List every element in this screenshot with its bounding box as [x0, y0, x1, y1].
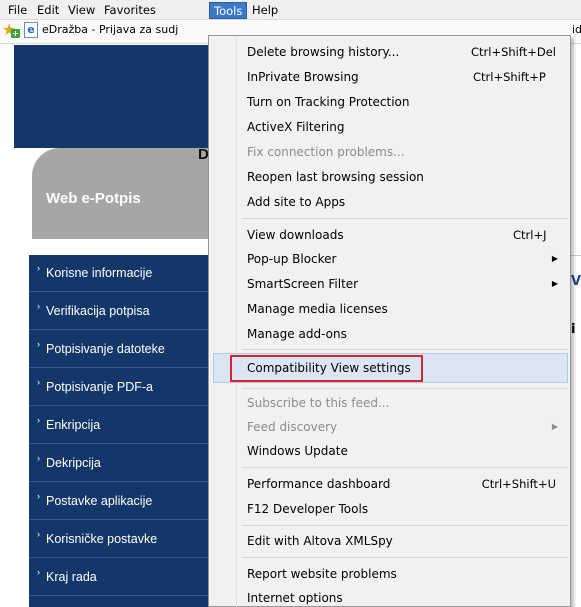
menu-separator [242, 525, 568, 526]
shortcut-inprivate-browsing: Ctrl+Shift+P [473, 70, 546, 84]
nav-item-label: Verifikacija potpisa [46, 304, 150, 318]
menu-help[interactable]: Help [248, 2, 282, 19]
menu-item-view-downloads[interactable]: View downloads [247, 225, 344, 245]
nav-item-label: Potpisivanje datoteke [46, 342, 165, 356]
submenu-arrow-icon: ▶ [551, 422, 558, 431]
content-clipped-text: V [571, 274, 581, 289]
nav-item-enkripcija[interactable]: › Enkripcija [29, 407, 213, 444]
menu-view[interactable]: View [64, 2, 99, 19]
nav-item-label: Postavke aplikacije [46, 494, 153, 508]
menu-icon-gutter [236, 36, 237, 607]
nav-item-verifikacija-potpisa[interactable]: › Verifikacija potpisa [29, 293, 213, 330]
nav-item-label: Dekripcija [46, 456, 101, 470]
menu-favorites[interactable]: Favorites [100, 2, 160, 19]
chevron-right-icon: › [37, 415, 40, 425]
site-tab-label: Web e-Potpis [46, 190, 141, 207]
shortcut-performance-dashboard: Ctrl+Shift+U [481, 477, 556, 491]
menu-separator [242, 388, 568, 389]
chevron-right-icon: › [37, 529, 40, 539]
menu-item-performance-dashboard[interactable]: Performance dashboard [247, 474, 390, 494]
content-clipped-text: i [571, 322, 576, 337]
menu-item-popup-blocker[interactable]: Pop-up Blocker [247, 249, 336, 269]
menu-item-edit-with-xmlspy[interactable]: Edit with Altova XMLSpy [247, 531, 393, 551]
chevron-right-icon: › [37, 263, 40, 273]
nav-item-dekripcija[interactable]: › Dekripcija [29, 445, 213, 482]
nav-item-label: Potpisivanje PDF-a [46, 380, 153, 394]
menu-separator [242, 467, 568, 468]
favorite-tab-link[interactable]: eDražba - Prijava za sudj [42, 23, 210, 36]
menu-item-tracking-protection[interactable]: Turn on Tracking Protection [247, 92, 410, 112]
nav-item-potpisivanje-datoteke[interactable]: › Potpisivanje datoteke [29, 331, 213, 368]
menu-item-reopen-last-session[interactable]: Reopen last browsing session [247, 167, 424, 187]
menu-item-manage-add-ons[interactable]: Manage add-ons [247, 324, 347, 344]
chevron-right-icon: › [37, 301, 40, 311]
menu-separator [242, 349, 568, 350]
menu-item-inprivate-browsing[interactable]: InPrivate Browsing [247, 67, 359, 87]
menu-item-subscribe-to-feed: Subscribe to this feed... [247, 396, 390, 410]
ie-page-icon: e [24, 22, 38, 38]
menu-bar: File Edit View Favorites Tools Help [0, 0, 581, 20]
menu-separator [242, 557, 568, 558]
menu-item-manage-media-licenses[interactable]: Manage media licenses [247, 299, 388, 319]
nav-item-potpisivanje-pdf[interactable]: › Potpisivanje PDF-a [29, 369, 213, 406]
chevron-right-icon: › [37, 453, 40, 463]
chevron-right-icon: › [37, 377, 40, 387]
nav-item-label: Korisničke postavke [46, 532, 158, 546]
chevron-right-icon: › [37, 339, 40, 349]
add-plus-icon: + [11, 29, 20, 38]
menu-item-internet-options[interactable]: Internet options [247, 588, 343, 607]
chevron-right-icon: › [37, 567, 40, 577]
content-divider [571, 255, 581, 256]
menu-item-windows-update[interactable]: Windows Update [247, 441, 348, 461]
favorites-bar-clipped-text: id [572, 23, 581, 36]
menu-item-feed-discovery: Feed discovery [247, 420, 338, 434]
nav-item-label: Kraj rada [46, 570, 97, 584]
nav-item-korisnicke-postavke[interactable]: › Korisničke postavke [29, 521, 213, 558]
site-sidebar-nav: › Korisne informacije › Verifikacija pot… [29, 255, 213, 607]
nav-item-kraj-rada[interactable]: › Kraj rada [29, 559, 213, 596]
site-banner [14, 45, 214, 148]
menu-item-smartscreen-filter[interactable]: SmartScreen Filter [247, 274, 358, 294]
nav-item-postavke-aplikacije[interactable]: › Postavke aplikacije [29, 483, 213, 520]
tools-dropdown-menu: Delete browsing history... Ctrl+Shift+De… [208, 35, 571, 607]
submenu-arrow-icon: ▶ [551, 279, 558, 288]
menu-tools[interactable]: Tools [209, 2, 248, 19]
nav-item-label: Enkripcija [46, 418, 101, 432]
submenu-arrow-icon: ▶ [551, 254, 558, 263]
nav-item-label: Korisne informacije [46, 266, 153, 280]
menu-item-report-website-problems[interactable]: Report website problems [247, 564, 397, 584]
menu-item-add-site-to-apps[interactable]: Add site to Apps [247, 192, 345, 212]
nav-item-korisne-informacije[interactable]: › Korisne informacije [29, 255, 213, 292]
menu-separator [242, 218, 568, 219]
menu-item-fix-connection-problems: Fix connection problems... [247, 145, 405, 159]
menu-edit[interactable]: Edit [33, 2, 63, 19]
menu-item-f12-developer-tools[interactable]: F12 Developer Tools [247, 499, 368, 519]
menu-item-delete-browsing-history[interactable]: Delete browsing history... [247, 42, 399, 62]
menu-item-compatibility-view-settings[interactable]: Compatibility View settings [247, 358, 411, 378]
chevron-right-icon: › [37, 491, 40, 501]
shortcut-delete-browsing-history: Ctrl+Shift+Del [471, 45, 556, 59]
shortcut-view-downloads: Ctrl+J [513, 228, 547, 242]
menu-file[interactable]: File [4, 2, 31, 19]
menu-item-activex-filtering[interactable]: ActiveX Filtering [247, 117, 344, 137]
